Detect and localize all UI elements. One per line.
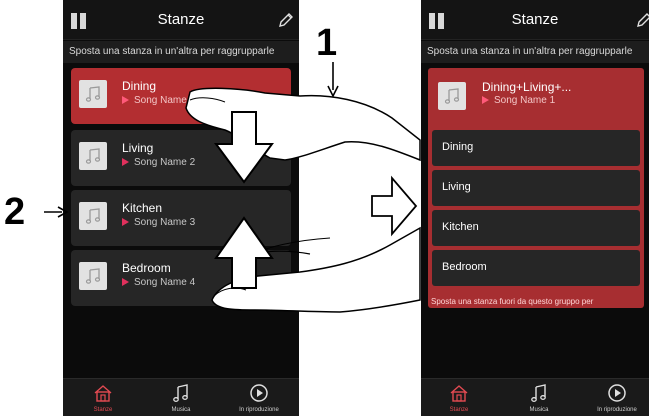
- step-callout-2: 2: [4, 191, 26, 233]
- transition-arrow: [371, 175, 418, 237]
- step-callout-1: 1: [316, 22, 338, 64]
